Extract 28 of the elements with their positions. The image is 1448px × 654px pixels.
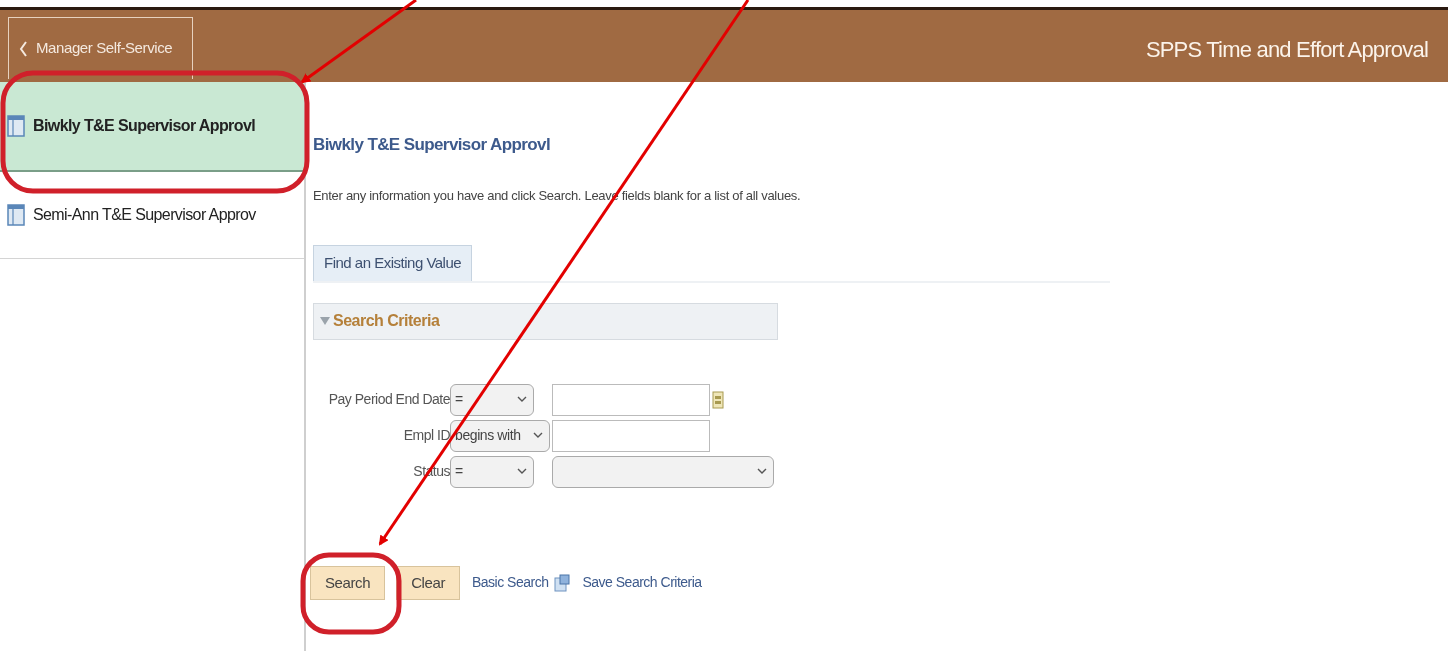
back-button[interactable]: Manager Self-Service: [8, 17, 193, 79]
input-field[interactable]: [552, 383, 710, 416]
sidebar-item[interactable]: Biwkly T&E Supervisor Approvl: [0, 82, 304, 172]
page-title: Biwkly T&E Supervisor Approvl: [313, 134, 552, 156]
value-dropdown[interactable]: [552, 455, 774, 488]
sidebar-item[interactable]: Semi-Ann T&E Supervisor Approv: [0, 172, 304, 259]
field-label: Empl ID: [402, 426, 450, 445]
caret-icon: [757, 468, 767, 475]
calendar-icon: [712, 391, 724, 410]
link[interactable]: Save Search Criteria: [582, 572, 702, 594]
page-icon: [7, 204, 25, 226]
input-field[interactable]: [552, 419, 710, 452]
operator-dropdown[interactable]: =: [450, 383, 534, 416]
page-icon: [7, 115, 25, 137]
chevron-left-icon: [19, 40, 28, 57]
operator-dropdown[interactable]: begins with: [450, 419, 550, 452]
tab[interactable]: Find an Existing Value: [313, 245, 473, 281]
caret-icon: [517, 468, 527, 475]
clear-button[interactable]: Clear: [396, 565, 460, 600]
link[interactable]: Basic Search: [472, 572, 549, 594]
field-label: Pay Period End Date: [327, 390, 450, 409]
search-button[interactable]: Search: [310, 565, 386, 600]
caret-icon: [517, 396, 527, 403]
caret-icon: [533, 432, 543, 439]
app-title: SPPS Time and Effort Approval: [1145, 36, 1428, 64]
save-icon: [554, 573, 571, 592]
triangle-icon: [320, 317, 330, 325]
operator-dropdown[interactable]: =: [450, 455, 534, 488]
